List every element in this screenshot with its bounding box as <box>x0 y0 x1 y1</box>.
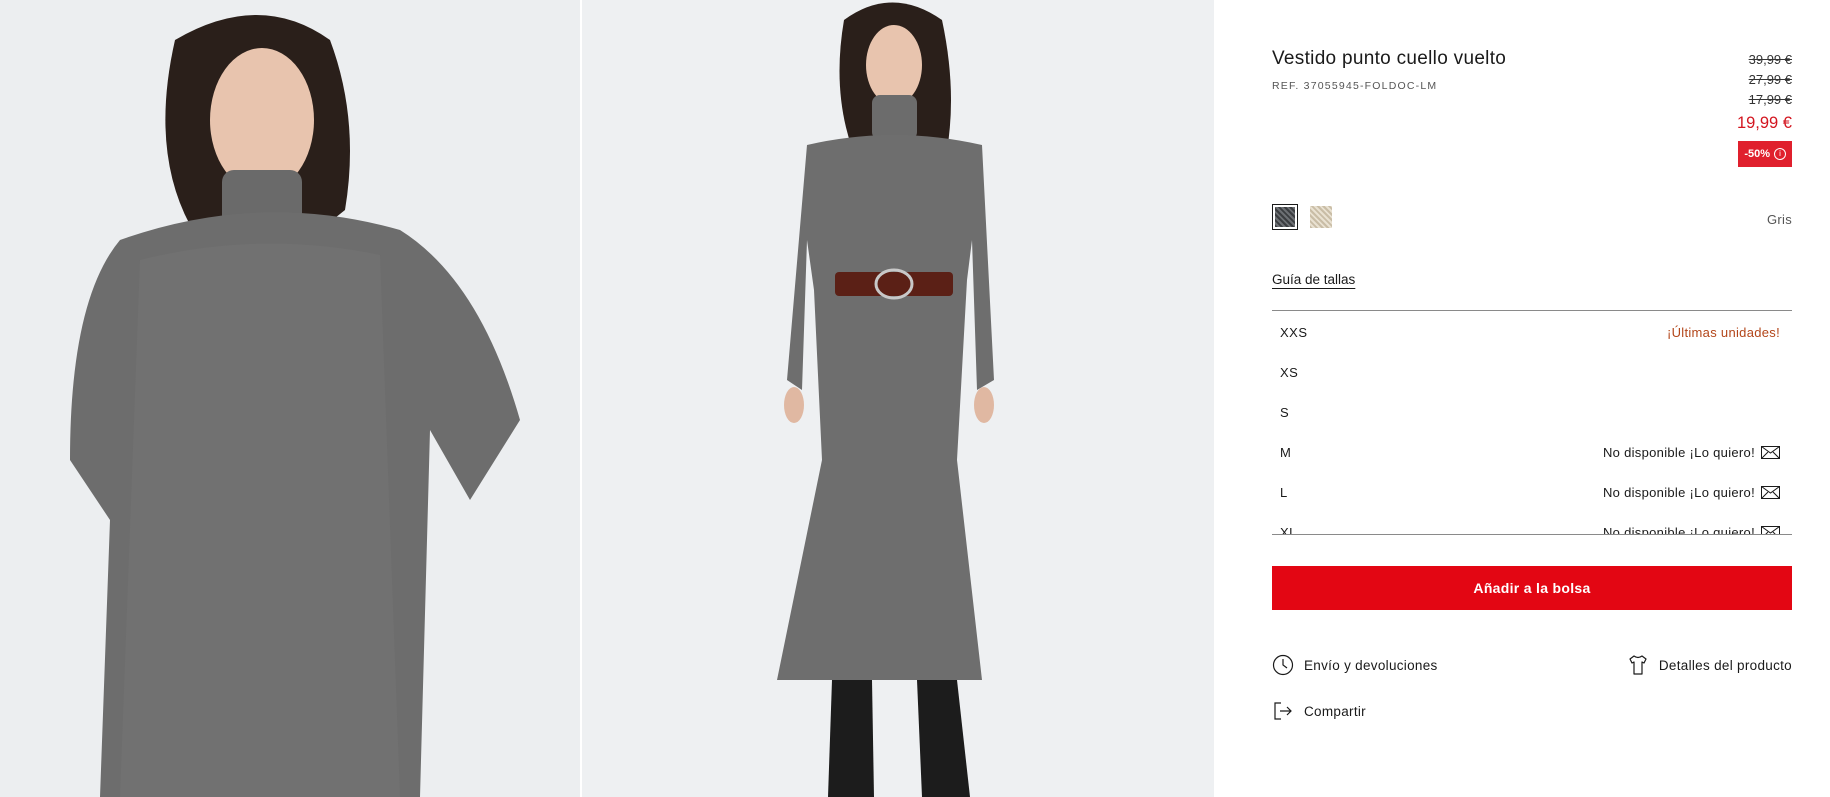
product-image-fullbody[interactable] <box>582 0 1214 797</box>
size-option-l[interactable]: L No disponible ¡Lo quiero! <box>1272 472 1792 512</box>
selected-color-name: Gris <box>1766 212 1792 227</box>
product-details-link[interactable]: Detalles del producto <box>1627 654 1792 676</box>
previous-price: 27,99 € <box>1748 72 1792 87</box>
product-gallery <box>0 0 1214 797</box>
size-label: XXS <box>1280 324 1308 340</box>
mail-icon <box>1761 485 1780 499</box>
size-label: XS <box>1280 364 1299 380</box>
info-icon[interactable]: i <box>1774 148 1786 160</box>
product-info-panel: Vestido punto cuello vuelto REF. 3705594… <box>1272 0 1792 797</box>
share-link[interactable]: Compartir <box>1272 700 1366 722</box>
size-label: XL <box>1280 524 1297 535</box>
size-option-s[interactable]: S <box>1272 392 1792 432</box>
notify-me-link[interactable]: No disponible ¡Lo quiero! <box>1602 524 1780 535</box>
discount-label: -50% <box>1744 148 1770 160</box>
original-price: 39,99 € <box>1748 52 1792 67</box>
mail-icon <box>1761 445 1780 459</box>
add-to-bag-button[interactable]: Añadir a la bolsa <box>1272 566 1792 610</box>
color-swatch-grey[interactable] <box>1272 204 1298 230</box>
unavailable-label: No disponible ¡Lo quiero! <box>1602 444 1755 460</box>
size-guide-link[interactable]: Guía de tallas <box>1272 272 1355 287</box>
share-label: Compartir <box>1304 703 1366 719</box>
notify-me-link[interactable]: No disponible ¡Lo quiero! <box>1603 485 1780 500</box>
product-title: Vestido punto cuello vuelto <box>1272 48 1507 69</box>
size-option-m[interactable]: M No disponible ¡Lo quiero! <box>1272 432 1792 472</box>
notify-me-link[interactable]: No disponible ¡Lo quiero! <box>1603 445 1780 460</box>
size-list[interactable]: XXS ¡Últimas unidades! XS S M No disponi… <box>1272 310 1792 535</box>
shipping-returns-label: Envío y devoluciones <box>1304 657 1438 673</box>
size-label: M <box>1280 444 1292 460</box>
size-label: S <box>1280 404 1290 420</box>
unavailable-label: No disponible ¡Lo quiero! <box>1602 484 1755 500</box>
last-units-label: ¡Últimas unidades! <box>1666 324 1780 340</box>
size-option-xxs[interactable]: XXS ¡Últimas unidades! <box>1272 312 1792 352</box>
tshirt-icon <box>1629 655 1647 675</box>
mail-icon <box>1761 525 1780 534</box>
price-block: 39,99 € 27,99 € 17,99 € 19,99 € -50% i <box>1737 50 1792 167</box>
product-reference: REF. 37055945-FOLDOC-LM <box>1272 80 1438 92</box>
color-swatch-beige[interactable] <box>1308 204 1334 230</box>
shipping-returns-link[interactable]: Envío y devoluciones <box>1272 654 1438 676</box>
product-image-closeup[interactable] <box>0 0 582 797</box>
share-icon <box>1274 702 1292 720</box>
size-option-xs[interactable]: XS <box>1272 352 1792 392</box>
unavailable-label: No disponible ¡Lo quiero! <box>1602 524 1755 535</box>
product-details-label: Detalles del producto <box>1658 657 1792 673</box>
color-swatches <box>1272 204 1334 230</box>
size-label: L <box>1280 484 1288 500</box>
clock-icon <box>1272 654 1294 676</box>
current-price: 19,99 € <box>1736 114 1792 132</box>
size-option-xl[interactable]: XL No disponible ¡Lo quiero! <box>1272 512 1792 535</box>
previous-price: 17,99 € <box>1748 92 1792 107</box>
discount-badge[interactable]: -50% i <box>1738 141 1792 167</box>
